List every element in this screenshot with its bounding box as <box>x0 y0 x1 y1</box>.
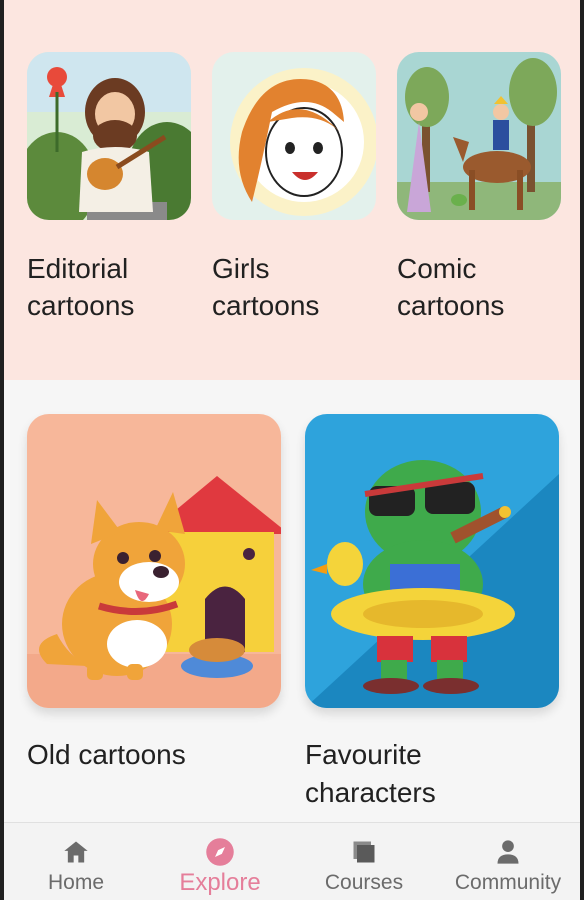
comic-cartoons-label: Comic cartoons <box>397 250 577 324</box>
nav-item-explore[interactable]: Explore <box>148 823 292 900</box>
old-cartoons-card[interactable] <box>27 414 281 708</box>
prince-horse-princess-illustration <box>397 52 561 220</box>
editorial-cartoons-label: Editorial cartoons <box>27 250 207 324</box>
label-line-1: Old cartoons <box>27 739 186 770</box>
label-line-1: Comic <box>397 253 477 284</box>
frog-sunglasses-illustration <box>305 414 559 708</box>
old-cartoons-label: Old cartoons <box>27 736 287 774</box>
bottom-navigation-bar: Home Explore Courses Community <box>4 822 580 900</box>
label-line-2: cartoons <box>212 290 320 321</box>
person-icon <box>493 837 523 867</box>
nav-label-community: Community <box>454 871 562 894</box>
nav-item-home[interactable]: Home <box>4 823 148 900</box>
compass-icon <box>205 837 235 867</box>
label-line-2: cartoons <box>397 290 505 321</box>
favourite-characters-label: Favourite characters <box>305 736 565 812</box>
editorial-cartoons-card[interactable] <box>27 52 191 220</box>
nav-item-courses[interactable]: Courses <box>292 823 436 900</box>
frame-edge-right <box>580 0 584 900</box>
favourite-characters-card[interactable] <box>305 414 559 708</box>
nav-label-home: Home <box>47 871 105 894</box>
label-line-2: characters <box>305 777 436 808</box>
home-icon <box>61 837 91 867</box>
label-line-1: Favourite <box>305 739 422 770</box>
nav-label-courses: Courses <box>324 871 404 894</box>
comic-cartoons-card[interactable] <box>397 52 561 220</box>
dog-doghouse-illustration <box>27 414 281 708</box>
nav-item-community[interactable]: Community <box>436 823 580 900</box>
stack-icon <box>349 837 379 867</box>
bearded-man-guitar-illustration <box>27 52 191 220</box>
girls-cartoons-card[interactable] <box>212 52 376 220</box>
label-line-2: cartoons <box>27 290 135 321</box>
nav-label-explore: Explore <box>179 869 261 896</box>
girl-face-sun-illustration <box>212 52 376 220</box>
girls-cartoons-label: Girls cartoons <box>212 250 392 324</box>
label-line-1: Editorial <box>27 253 129 284</box>
label-line-1: Girls <box>212 253 270 284</box>
